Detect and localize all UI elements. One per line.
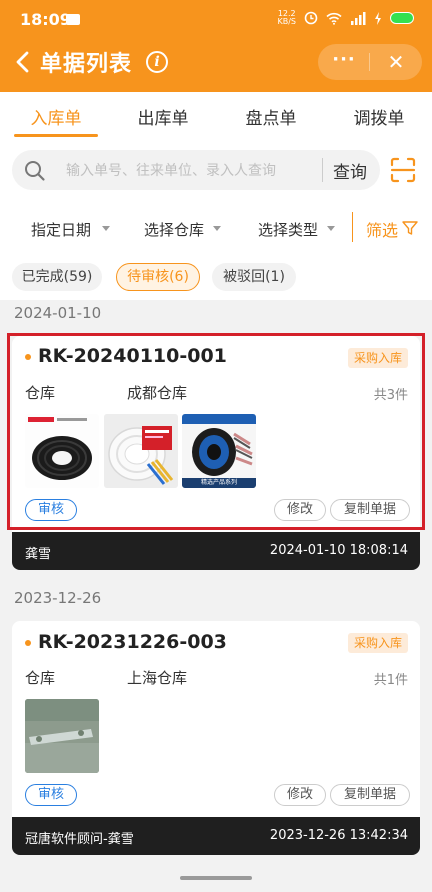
- alarm-icon: [304, 11, 318, 25]
- doc-type-tabs: 入库单 出库单 盘点单 调拨单: [0, 92, 432, 140]
- status-time: 18:09: [20, 10, 71, 29]
- active-tab-indicator: [14, 134, 98, 137]
- order-number: RK-20231226-003: [38, 631, 227, 653]
- tab-inbound[interactable]: 入库单: [11, 104, 101, 129]
- item-count: 共1件: [373, 673, 408, 688]
- type-filter[interactable]: 选择类型: [258, 219, 318, 240]
- bullet-dot: [25, 640, 31, 646]
- battery-icon: [390, 12, 414, 24]
- funnel-icon[interactable]: [402, 220, 418, 236]
- audit-button[interactable]: 审核: [25, 499, 77, 521]
- home-indicator[interactable]: [180, 876, 252, 880]
- type-badge: 采购入库: [347, 348, 408, 368]
- warehouse-filter-caret-icon: [213, 226, 221, 231]
- search-button[interactable]: 查询: [333, 158, 367, 183]
- item-count: 共3件: [373, 388, 408, 403]
- date-heading: 2024-01-10: [14, 304, 102, 322]
- edit-button[interactable]: 修改: [274, 499, 326, 521]
- chip-completed[interactable]: 已完成(59): [12, 263, 102, 291]
- info-icon[interactable]: i: [146, 51, 168, 73]
- warehouse-label: 仓库: [25, 384, 56, 402]
- back-arrow-icon[interactable]: [12, 50, 36, 74]
- product-thumbnail[interactable]: [104, 414, 178, 488]
- date-filter[interactable]: 指定日期: [31, 219, 91, 240]
- date-filter-caret-icon: [102, 226, 110, 231]
- created-time: 2023-12-26 13:42:34: [269, 828, 408, 843]
- status-bar: 18:09 12.2 KB/S: [0, 0, 432, 40]
- charging-icon: [375, 11, 381, 25]
- order-number: RK-20240110-001: [38, 345, 227, 367]
- order-card[interactable]: RK-20231226-003 采购入库 仓库 上海仓库 共1件 审核 修改 复…: [12, 621, 420, 855]
- metal-strip-image: [25, 699, 99, 773]
- edit-button[interactable]: 修改: [274, 784, 326, 806]
- page-title: 单据列表: [40, 52, 133, 77]
- product-thumbnail[interactable]: [25, 414, 99, 488]
- copy-order-button[interactable]: 复制单据: [330, 784, 410, 806]
- net-speed-unit: KB/S: [277, 17, 296, 26]
- cable-roll-image: [182, 414, 256, 488]
- scan-icon[interactable]: [390, 157, 416, 183]
- cable-coil-image: [25, 414, 99, 488]
- white-cable-coil-image: [104, 414, 178, 488]
- search-divider: [322, 158, 323, 182]
- more-icon[interactable]: ···: [318, 44, 370, 80]
- product-thumbnail[interactable]: 精选产品系列: [182, 414, 256, 488]
- chip-pending-review[interactable]: 待审核(6): [116, 263, 200, 291]
- signal-icon: [351, 11, 366, 25]
- type-filter-caret-icon: [327, 226, 335, 231]
- search-icon: [25, 161, 45, 181]
- close-icon[interactable]: ✕: [370, 44, 422, 80]
- message-icon: [66, 14, 80, 25]
- wifi-icon: [326, 12, 342, 25]
- tab-transfer[interactable]: 调拨单: [334, 104, 424, 129]
- warehouse-value: 上海仓库: [127, 669, 188, 687]
- thumbnail-caption: 精选产品系列: [200, 479, 237, 486]
- warehouse-label: 仓库: [25, 669, 56, 687]
- bullet-dot: [25, 354, 31, 360]
- type-badge: 采购入库: [347, 633, 408, 653]
- creator-name: 冠唐软件顾问-龚雪: [25, 832, 134, 847]
- created-time: 2024-01-10 18:08:14: [269, 543, 408, 558]
- filter-divider: [352, 212, 353, 242]
- audit-button[interactable]: 审核: [25, 784, 77, 806]
- net-speed: 12.2 KB/S: [277, 10, 296, 26]
- warehouse-value: 成都仓库: [127, 384, 188, 402]
- product-thumbnail[interactable]: [25, 699, 99, 773]
- tab-stocktake[interactable]: 盘点单: [226, 104, 316, 129]
- tab-outbound[interactable]: 出库单: [118, 104, 208, 129]
- status-icons: 12.2 KB/S: [277, 10, 414, 26]
- card-footer: 冠唐软件顾问-龚雪 2023-12-26 13:42:34: [12, 817, 420, 855]
- search-input[interactable]: 输入单号、往来单位、录入人查询: [66, 160, 276, 180]
- creator-name: 龚雪: [25, 547, 52, 562]
- chip-rejected[interactable]: 被驳回(1): [212, 263, 296, 291]
- date-heading: 2023-12-26: [14, 589, 102, 607]
- order-card[interactable]: RK-20240110-001 采购入库 仓库 成都仓库 共3件 精选产品系列 …: [12, 336, 420, 570]
- warehouse-filter[interactable]: 选择仓库: [144, 219, 204, 240]
- copy-order-button[interactable]: 复制单据: [330, 499, 410, 521]
- card-footer: 龚雪 2024-01-10 18:08:14: [12, 532, 420, 570]
- filter-button[interactable]: 筛选: [366, 217, 398, 241]
